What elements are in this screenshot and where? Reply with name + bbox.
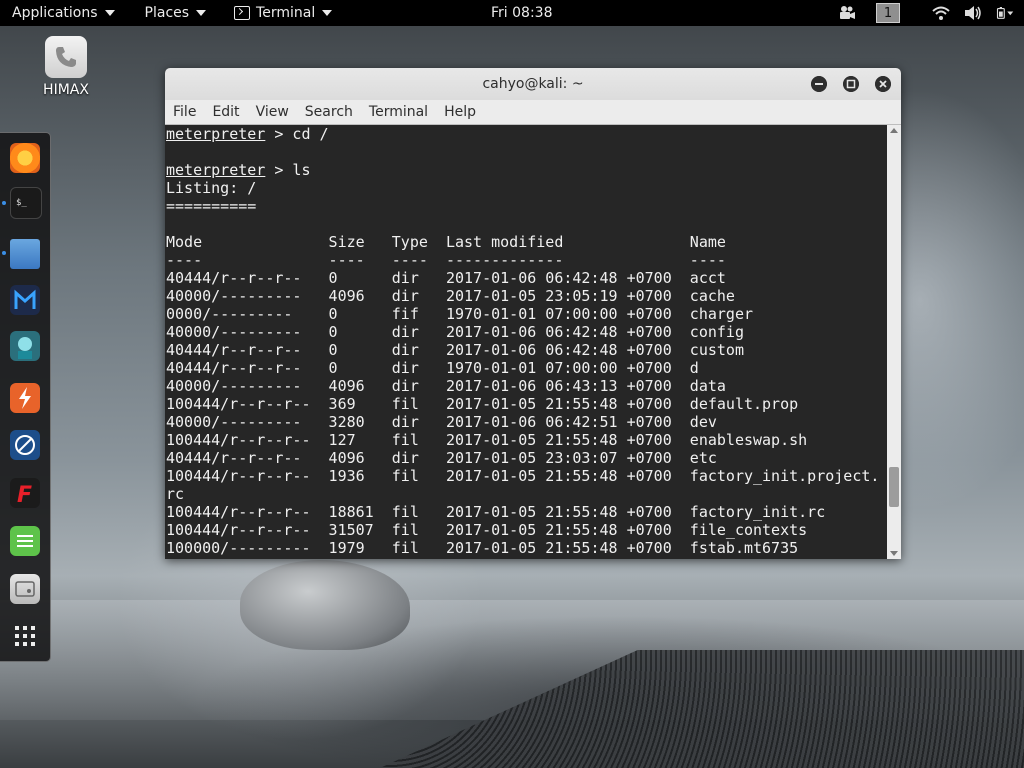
terminal-line: meterpreter > cd / [166,125,879,143]
terminal-icon [234,6,251,20]
applications-menu[interactable]: Applications [4,0,123,26]
dock: $_ F [0,132,51,662]
scroll-down-arrow-icon[interactable] [890,551,898,556]
terminal-command: > ls [265,161,311,179]
terminal-line: 40444/r--r--r-- 0 dir 1970-01-01 07:00:0… [166,359,699,377]
chevron-down-icon [322,10,333,16]
app-menu-label: Terminal [256,5,316,21]
menu-edit[interactable]: Edit [204,100,247,124]
armitage-icon[interactable] [10,430,40,460]
terminal-line: 0000/--------- 0 fif 1970-01-01 07:00:00… [166,305,753,323]
show-apps-icon[interactable] [10,621,40,651]
terminal-output[interactable]: meterpreter > cd / meterpreter > ls Listi… [165,125,887,559]
terminal-window: cahyo@kali: ~ File Edit View Search Term… [165,68,901,559]
terminal-line: Listing: / [166,179,257,197]
scrollbar-thumb[interactable] [889,467,899,507]
top-bar: Applications Places Terminal Fri 08:38 1 [0,0,1024,26]
terminal-line: 100444/r--r--r-- 127 fil 2017-01-05 21:5… [166,431,808,449]
files-icon[interactable] [10,239,40,269]
terminal-line: ========== [166,197,257,215]
scroll-up-arrow-icon[interactable] [890,128,898,133]
leafpad-icon[interactable] [10,526,40,556]
video-camera-icon[interactable] [838,5,856,21]
terminal-text: meterpreter > cd / meterpreter > ls Listi… [166,125,879,557]
chevron-down-icon [196,10,207,16]
minimize-icon[interactable] [811,76,827,92]
scrollbar[interactable] [887,125,901,559]
svg-text:$_: $_ [16,198,27,208]
terminal-prompt: meterpreter [166,125,266,143]
terminal-line: Mode Size Type Last modified Name [166,233,726,251]
phone-icon [45,36,87,78]
terminal-icon[interactable]: $_ [10,187,42,219]
terminal-line: 40000/--------- 3280 dir 2017-01-06 06:4… [166,413,717,431]
firefox-icon[interactable] [10,143,40,173]
terminal-prompt: meterpreter [166,161,266,179]
close-icon[interactable] [875,76,891,92]
terminal-line: 40444/r--r--r-- 4096 dir 2017-01-05 23:0… [166,449,717,467]
clock-label: Fri 08:38 [491,5,553,21]
wifi-icon[interactable] [932,5,950,21]
faraday-icon[interactable]: F [10,478,40,508]
system-tray: 1 [824,0,1014,26]
menu-search[interactable]: Search [297,100,361,124]
window-title: cahyo@kali: ~ [482,76,584,92]
wallpaper-rock [240,560,410,650]
workspace-indicator[interactable]: 1 [876,3,900,23]
terminal-line: rc [166,485,185,503]
app-menu-terminal[interactable]: Terminal [226,0,340,26]
terminal-line: 100000/--------- 1979 fil 2017-01-05 21:… [166,539,799,557]
terminal-line: 40000/--------- 0 dir 2017-01-06 06:42:4… [166,323,744,341]
maltego-icon[interactable] [10,331,40,361]
battery-icon[interactable] [996,5,1014,21]
terminal-line: 100444/r--r--r-- 18861 fil 2017-01-05 21… [166,503,826,521]
clock[interactable]: Fri 08:38 [483,0,560,26]
menu-terminal[interactable]: Terminal [361,100,436,124]
terminal-line: 40000/--------- 4096 dir 2017-01-06 06:4… [166,377,726,395]
burpsuite-icon[interactable] [10,383,40,413]
terminal-line: ---- ---- ---- ------------- ---- [166,251,726,269]
metasploit-icon[interactable] [10,285,40,315]
terminal-command: > cd / [265,125,329,143]
menu-help[interactable]: Help [436,100,484,124]
terminal-line: 40444/r--r--r-- 0 dir 2017-01-06 06:42:4… [166,341,744,359]
svg-text:F: F [17,483,32,508]
running-indicator [2,251,6,255]
window-titlebar[interactable]: cahyo@kali: ~ [165,68,901,101]
terminal-line: 100444/r--r--r-- 31507 fil 2017-01-05 21… [166,521,808,539]
menu-file[interactable]: File [165,100,204,124]
desktop-icon-himax[interactable]: HIMAX [36,36,96,98]
terminal-line: meterpreter > ls [166,161,879,179]
menu-view[interactable]: View [248,100,297,124]
desktop-icon-label: HIMAX [43,82,89,98]
applications-label: Applications [12,5,98,21]
terminal-line: 100444/r--r--r-- 369 fil 2017-01-05 21:5… [166,395,799,413]
menu-bar: File Edit View Search Terminal Help [165,100,901,125]
places-menu[interactable]: Places [137,0,215,26]
volume-icon[interactable] [964,5,982,21]
chevron-down-icon [104,10,115,16]
terminal-line: 100444/r--r--r-- 1936 fil 2017-01-05 21:… [166,467,880,485]
terminal-line: 40444/r--r--r-- 0 dir 2017-01-06 06:42:4… [166,269,726,287]
running-indicator [2,201,6,205]
terminal-line: 40000/--------- 4096 dir 2017-01-05 23:0… [166,287,735,305]
maximize-icon[interactable] [843,76,859,92]
cherrytree-icon[interactable] [10,574,40,604]
places-label: Places [144,5,190,21]
